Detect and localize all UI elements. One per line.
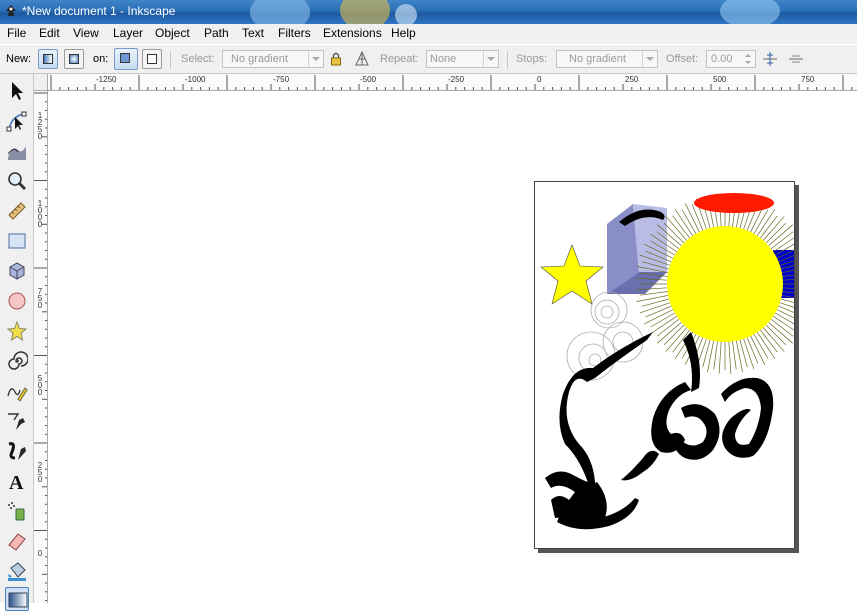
ruler-corner — [34, 74, 48, 91]
menu-view[interactable]: View — [73, 26, 99, 40]
title-bar: *New document 1 - Inkscape — [0, 0, 857, 24]
vertical-ruler[interactable]: 1 2 5 0 1 0 0 0 7 5 0 5 0 0 2 5 0 0 — [34, 91, 48, 603]
insert-stop-icon[interactable] — [762, 50, 778, 68]
ruler-label: 1 2 5 0 — [37, 111, 43, 141]
repeat-label: Repeat: — [380, 53, 419, 65]
pencil-tool-icon[interactable] — [5, 379, 29, 403]
menu-path[interactable]: Path — [204, 26, 229, 40]
artwork — [540, 193, 794, 530]
measure-tool-icon[interactable] — [5, 199, 29, 223]
ruler-label: 0 — [537, 75, 542, 84]
horizontal-ruler[interactable]: -1250 -1000 -750 -500 -250 0 250 500 750 — [48, 74, 857, 91]
ruler-label: -1000 — [185, 75, 206, 84]
gradient-tool-icon[interactable] — [5, 587, 29, 611]
on-fill-button[interactable] — [114, 48, 138, 70]
menu-layer[interactable]: Layer — [113, 26, 143, 40]
on-stroke-button[interactable] — [142, 49, 162, 69]
selector-tool-icon[interactable] — [5, 79, 29, 103]
menu-edit[interactable]: Edit — [39, 26, 60, 40]
ruler-label: 1 0 0 0 — [37, 199, 43, 229]
menu-text[interactable]: Text — [242, 26, 264, 40]
select-label: Select: — [181, 53, 215, 65]
offset-input[interactable]: 0.00 — [706, 50, 756, 68]
repeat-dropdown[interactable]: None — [426, 50, 499, 68]
tweak-tool-icon[interactable] — [5, 139, 29, 163]
window-title: *New document 1 - Inkscape — [22, 4, 176, 18]
calligraphy-tool-icon[interactable] — [5, 439, 29, 463]
ruler-label: 2 5 0 — [37, 461, 43, 484]
yellow-sun[interactable] — [667, 226, 783, 342]
yellow-star[interactable] — [540, 244, 604, 305]
eraser-tool-icon[interactable] — [5, 529, 29, 553]
delete-stop-icon[interactable] — [788, 50, 804, 68]
chevron-down-icon — [642, 51, 657, 67]
ruler-ticks — [34, 92, 47, 601]
new-radial-gradient-button[interactable] — [64, 49, 84, 69]
new-label: New: — [6, 53, 32, 65]
spin-up-icon[interactable] — [744, 52, 754, 59]
ruler-label: 250 — [625, 75, 639, 84]
stops-value: No gradient — [569, 53, 626, 65]
menu-bar: File Edit View Layer Object Path Text Fi… — [0, 24, 857, 44]
offset-value: 0.00 — [711, 53, 733, 65]
pen-tool-icon[interactable] — [5, 409, 29, 433]
spin-down-icon[interactable] — [744, 60, 754, 67]
on-label: on: — [93, 53, 109, 65]
ruler-label: -1250 — [96, 75, 117, 84]
node-tool-icon[interactable] — [5, 109, 29, 133]
document-page — [534, 181, 795, 549]
ruler-label: 7 5 0 — [37, 287, 43, 310]
offset-label: Offset: — [666, 53, 699, 65]
ellipse-tool-icon[interactable] — [5, 289, 29, 313]
stops-dropdown[interactable]: No gradient — [556, 50, 658, 68]
red-ellipse[interactable] — [694, 193, 774, 213]
3dbox-tool-icon[interactable] — [5, 259, 29, 283]
menu-file[interactable]: File — [7, 26, 26, 40]
new-linear-gradient-button[interactable] — [38, 49, 58, 69]
text-tool-icon[interactable]: A — [5, 469, 29, 493]
select-gradient-value: No gradient — [231, 53, 288, 65]
chevron-down-icon — [483, 51, 498, 67]
toolbar-separator — [170, 51, 171, 69]
chevron-down-icon — [308, 51, 323, 67]
reverse-gradient-icon[interactable] — [354, 51, 370, 67]
lock-icon[interactable] — [330, 52, 342, 66]
ruler-label: 750 — [801, 75, 815, 84]
select-gradient-dropdown[interactable]: No gradient — [222, 50, 324, 68]
toolbox: A — [0, 74, 34, 611]
spiral-tool-icon[interactable] — [5, 349, 29, 373]
repeat-value: None — [430, 53, 457, 65]
gradient-tool-controls: New: on: Select: No gradient Repeat: Non… — [0, 44, 857, 74]
ruler-label: 5 0 0 — [37, 374, 43, 397]
menu-filters[interactable]: Filters — [278, 26, 311, 40]
rect-tool-icon[interactable] — [5, 229, 29, 253]
ruler-label: 0 — [37, 549, 43, 558]
paint-bucket-tool-icon[interactable] — [5, 559, 29, 583]
menu-object[interactable]: Object — [155, 26, 190, 40]
stops-label: Stops: — [516, 53, 548, 65]
ruler-label: -250 — [448, 75, 465, 84]
spray-tool-icon[interactable] — [5, 499, 29, 523]
toolbar-separator — [507, 51, 508, 69]
ruler-label: 500 — [713, 75, 727, 84]
ruler-label: -750 — [273, 75, 290, 84]
inkscape-icon — [6, 5, 16, 16]
menu-help[interactable]: Help — [391, 26, 416, 40]
ruler-label: -500 — [360, 75, 377, 84]
star-tool-icon[interactable] — [5, 319, 29, 343]
menu-extensions[interactable]: Extensions — [323, 26, 382, 40]
drawing-canvas[interactable] — [48, 91, 857, 603]
svg-text:A: A — [9, 472, 24, 492]
zoom-tool-icon[interactable] — [5, 169, 29, 193]
